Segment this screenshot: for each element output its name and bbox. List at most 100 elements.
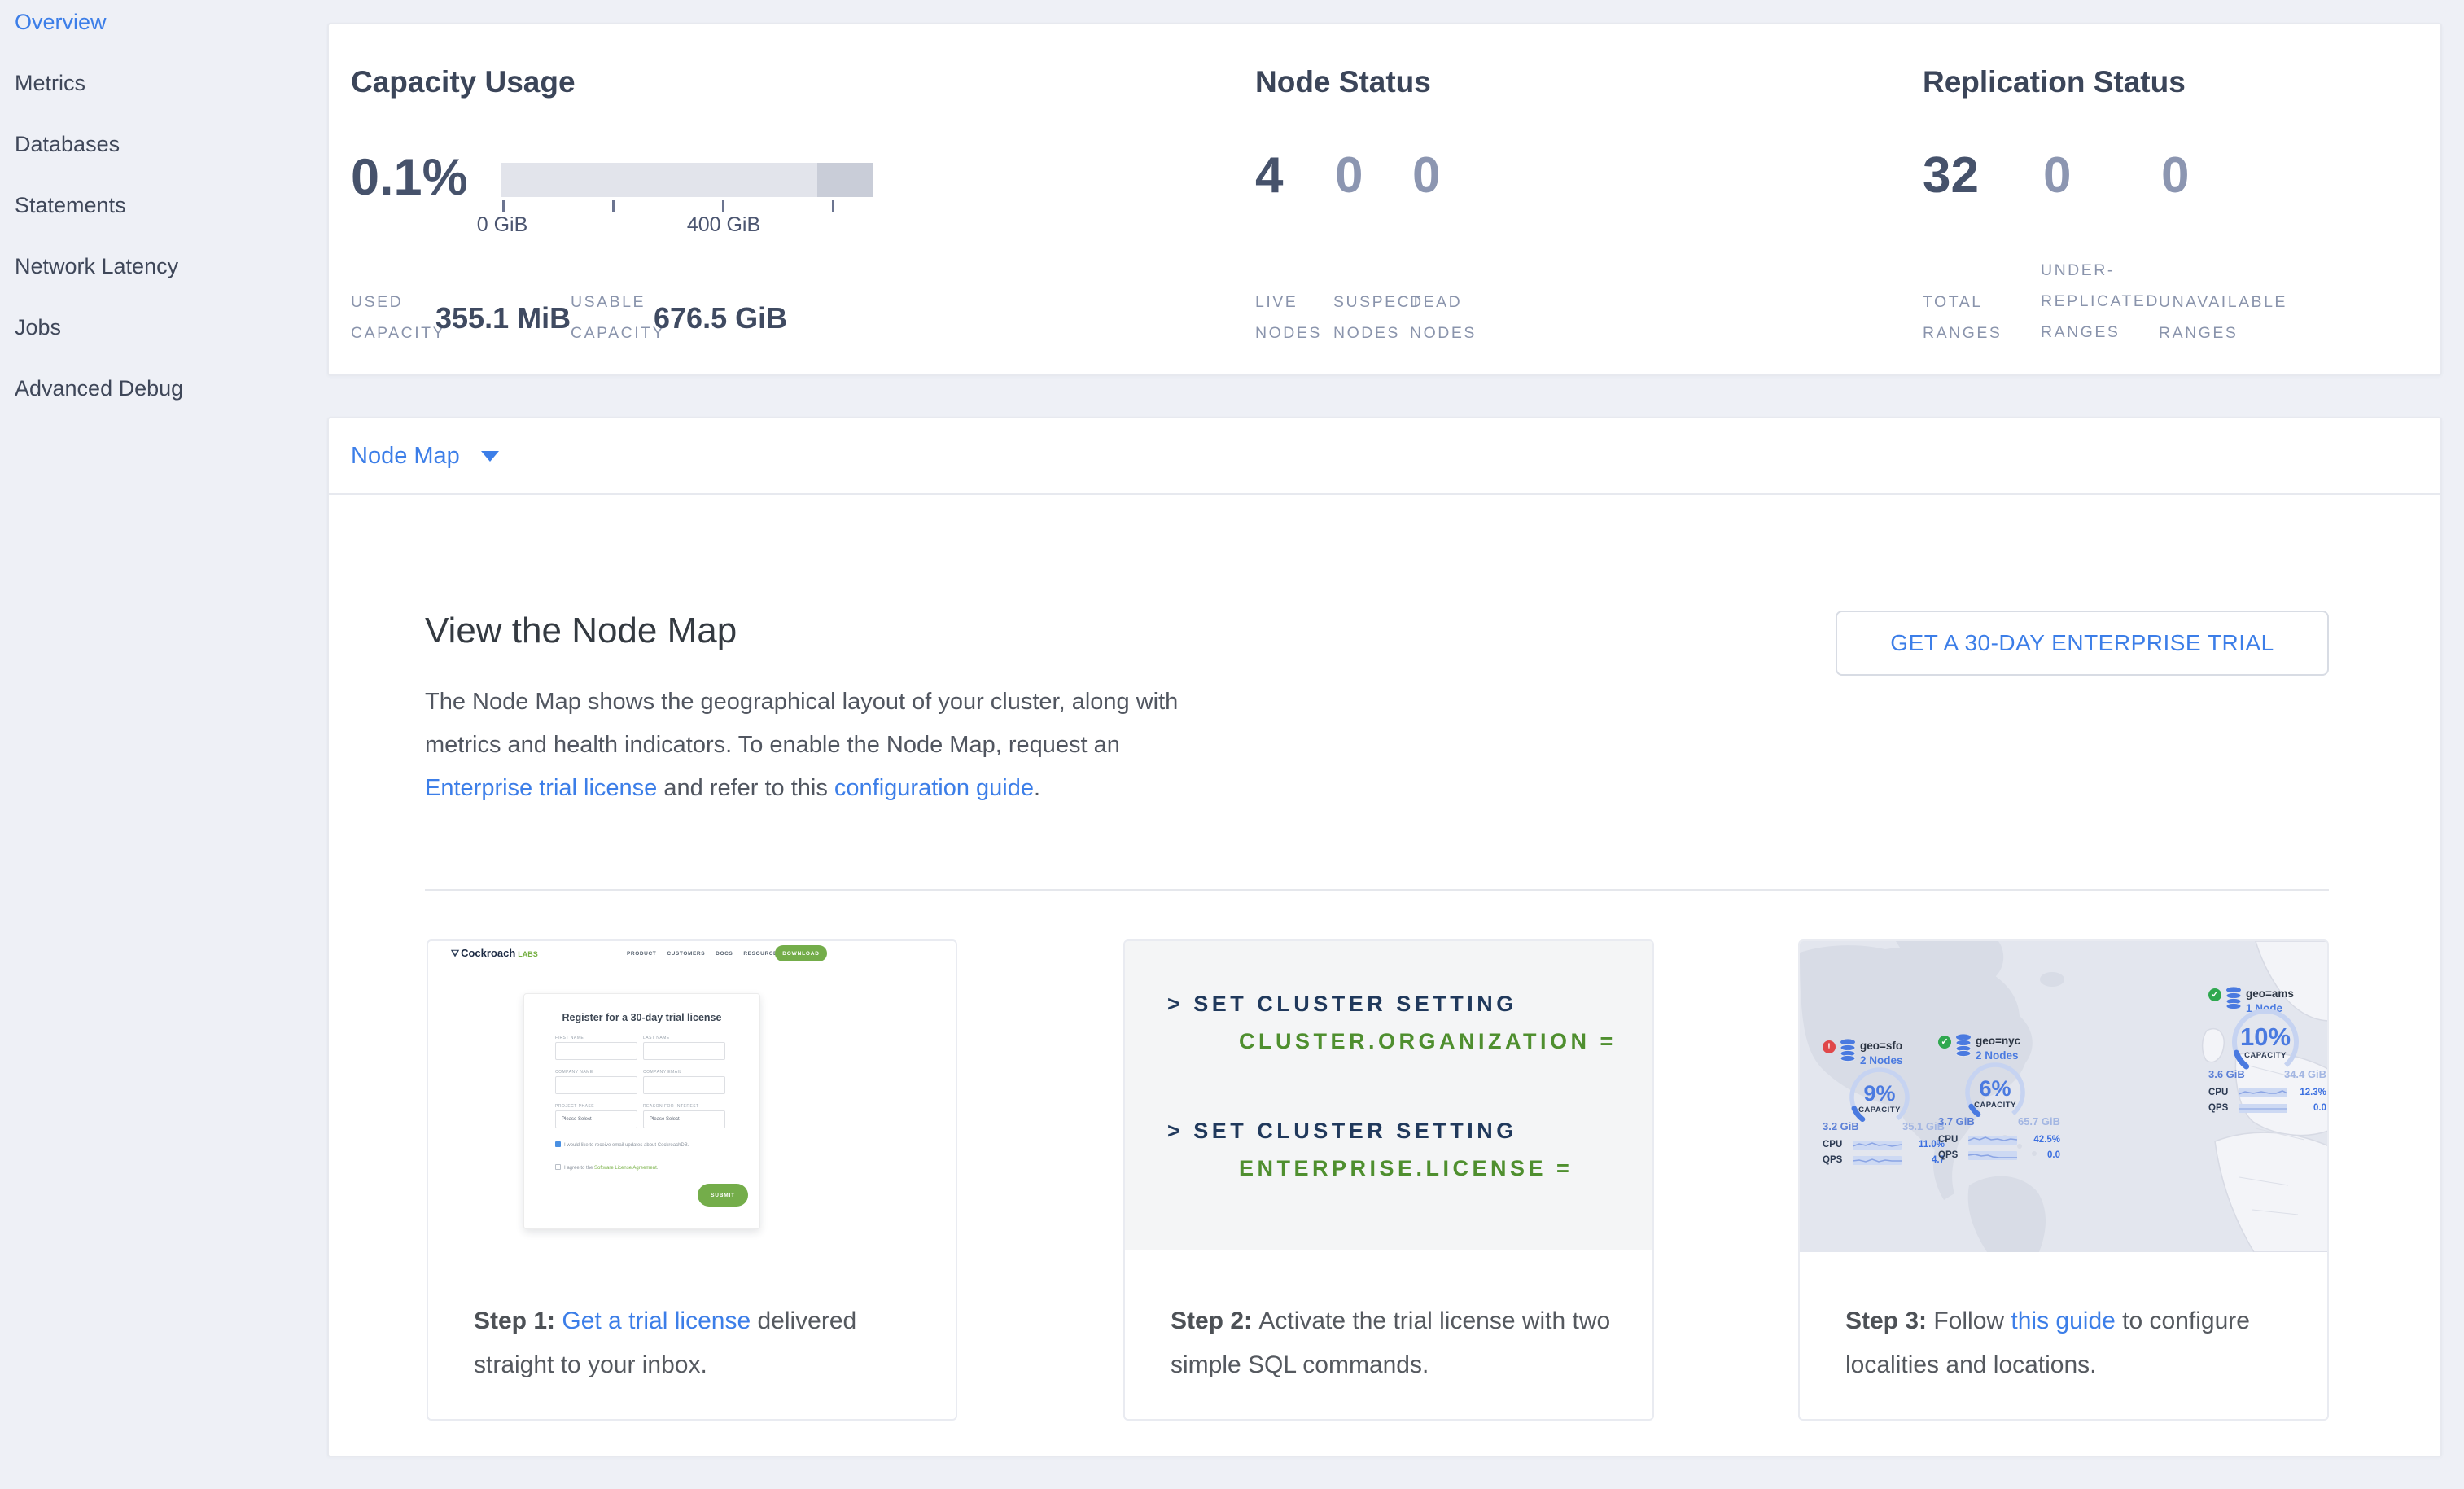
svg-text:CAPACITY: CAPACITY	[1974, 1101, 2016, 1110]
cpu-row: CPU 11.0%	[1823, 1140, 1945, 1150]
step-3-label: Step 3:	[1845, 1307, 1933, 1334]
nav-product: PRODUCT	[627, 951, 656, 957]
description-text: and refer to this	[657, 775, 834, 801]
step-1-label: Step 1:	[474, 1307, 562, 1334]
sql-commands-block: > SET CLUSTER SETTING CLUSTER.ORGANIZATI…	[1125, 941, 1652, 1250]
get-trial-license-link[interactable]: Get a trial license	[562, 1307, 751, 1334]
qps-sparkline-icon	[1968, 1151, 2017, 1160]
usable-capacity-value: 676.5 GiB	[654, 301, 787, 335]
first-name-label: FIRST NAME	[555, 1036, 584, 1040]
cpu-sparkline-icon	[1853, 1141, 1902, 1150]
reason-interest-label: REASON FOR INTEREST	[643, 1104, 699, 1109]
svg-text:CAPACITY: CAPACITY	[2244, 1051, 2287, 1060]
qps-row: QPS 0.0	[2208, 1103, 2326, 1113]
step-1-caption: Step 1: Get a trial license delivered st…	[428, 1252, 956, 1387]
sidebar-item-overview[interactable]: Overview	[15, 2, 183, 64]
used-capacity-value: 355.1 MiB	[435, 301, 571, 335]
node-map-dropdown[interactable]: Node Map	[351, 418, 499, 493]
svg-text:10%: 10%	[2240, 1023, 2291, 1051]
step-3-card: ! geo=sfo 2 Nodes 9% CAPACITY	[1798, 939, 2329, 1421]
enterprise-trial-license-link[interactable]: Enterprise trial license	[425, 775, 657, 801]
total-gib: 34.4 GiB	[2284, 1068, 2326, 1080]
configuration-guide-link[interactable]: configuration guide	[834, 775, 1034, 801]
checkbox-checked-icon	[555, 1141, 561, 1147]
capacity-usage-bar	[501, 163, 873, 197]
agreement-text-end: .	[657, 1166, 659, 1171]
replication-status-title: Replication Status	[1923, 65, 2186, 99]
sidebar-item-statements[interactable]: Statements	[15, 186, 183, 247]
database-icon	[1840, 1039, 1856, 1062]
cockroach-labs-logo: ⛛CockroachLABS	[451, 947, 538, 960]
suspect-nodes-count: 0	[1335, 147, 1363, 204]
total-ranges-count: 32	[1923, 147, 1979, 204]
qps-row: QPS 4.7	[1823, 1155, 1945, 1165]
usable-capacity-label: USABLE CAPACITY	[571, 287, 665, 348]
locality-name: geo=nyc	[1976, 1034, 2020, 1049]
locality-name: geo=ams	[2246, 987, 2294, 1001]
sidebar-item-network-latency[interactable]: Network Latency	[15, 247, 183, 308]
capacity-bar-reserved-segment	[817, 163, 873, 197]
license-agreement-link: Software License Agreement	[594, 1166, 657, 1171]
reason-interest-select: Please Select	[643, 1110, 725, 1128]
db-console-overview-page: Overview Metrics Databases Statements Ne…	[0, 0, 2464, 1489]
description-text: .	[1034, 775, 1040, 801]
description-text: The Node Map shows the geographical layo…	[425, 689, 1178, 758]
view-node-map-heading: View the Node Map	[425, 611, 737, 651]
step-3-text: Follow	[1933, 1307, 2011, 1334]
sql-setting-organization: CLUSTER.ORGANIZATION =	[1239, 1029, 1617, 1054]
capacity-used-percent: 0.1%	[351, 148, 468, 207]
nav-docs: DOCS	[716, 951, 733, 957]
under-replicated-ranges-count: 0	[2043, 147, 2071, 204]
agreement-text: I agree to the	[564, 1166, 594, 1171]
sidebar-item-advanced-debug[interactable]: Advanced Debug	[15, 369, 183, 430]
qps-sparkline-icon	[2239, 1104, 2287, 1113]
dead-nodes-label: DEAD NODES	[1410, 287, 1477, 348]
node-alert-icon: !	[1823, 1040, 1836, 1053]
last-name-label: LAST NAME	[643, 1036, 670, 1040]
trial-registration-form: Register for a 30-day trial license FIRS…	[523, 993, 760, 1229]
qps-sparkline-icon	[1853, 1156, 1902, 1165]
svg-text:9%: 9%	[1863, 1081, 1895, 1106]
company-email-field	[643, 1076, 725, 1094]
node-marker-sfo: ! geo=sfo 2 Nodes 9% CAPACITY	[1823, 1039, 1945, 1185]
license-agreement-checkbox-row: I agree to the Software License Agreemen…	[555, 1164, 658, 1171]
capacity-usage-title: Capacity Usage	[351, 65, 576, 99]
total-ranges-label: TOTAL RANGES	[1923, 287, 2002, 348]
caret-down-icon	[481, 451, 499, 462]
node-map-panel: Node Map View the Node Map The Node Map …	[327, 417, 2442, 1457]
cluster-summary-panel: Capacity Usage 0.1% 0 GiB 400 GiB USED C…	[327, 23, 2442, 376]
form-title: Register for a 30-day trial license	[524, 1012, 759, 1023]
used-gib: 3.2 GiB	[1823, 1120, 1859, 1132]
step-1-card: ⛛CockroachLABS PRODUCT CUSTOMERS DOCS RE…	[427, 939, 957, 1421]
email-updates-text: I would like to receive email updates ab…	[564, 1143, 689, 1148]
last-name-field	[643, 1042, 725, 1060]
dead-nodes-count: 0	[1412, 147, 1440, 204]
nav-customers: CUSTOMERS	[667, 951, 705, 957]
node-marker-nyc: ✓ geo=nyc 2 Nodes 6% CAPACITY	[1938, 1034, 2060, 1180]
under-replicated-ranges-label: UNDER- REPLICATED RANGES	[2041, 255, 2160, 348]
unavailable-ranges-label: UNAVAILABLE RANGES	[2159, 287, 2287, 348]
get-enterprise-trial-button[interactable]: GET A 30-DAY ENTERPRISE TRIAL	[1836, 611, 2329, 676]
capacity-usage-section: Capacity Usage 0.1% 0 GiB 400 GiB USED C…	[351, 24, 1230, 374]
sidebar-item-jobs[interactable]: Jobs	[15, 308, 183, 369]
this-guide-link[interactable]: this guide	[2011, 1307, 2115, 1334]
cpu-sparkline-icon	[1968, 1136, 2017, 1145]
node-healthy-icon: ✓	[1938, 1036, 1951, 1049]
project-phase-label: PROJECT PHASE	[555, 1104, 594, 1109]
sidebar-item-metrics[interactable]: Metrics	[15, 64, 183, 125]
database-icon	[1955, 1034, 1972, 1057]
cpu-row: CPU 12.3%	[2208, 1088, 2326, 1097]
cockroach-bug-icon: ⛛	[451, 948, 459, 959]
section-divider	[425, 889, 2329, 891]
sidebar-item-databases[interactable]: Databases	[15, 125, 183, 186]
locality-name: geo=sfo	[1860, 1039, 1903, 1053]
logo-suffix: LABS	[518, 950, 538, 958]
cpu-sparkline-icon	[2239, 1088, 2287, 1097]
node-healthy-icon: ✓	[2208, 988, 2221, 1001]
sql-setting-license: ENTERPRISE.LICENSE =	[1239, 1156, 1573, 1181]
replication-status-section: Replication Status 32 0 0 TOTAL RANGES U…	[1923, 24, 2427, 374]
used-gib: 3.6 GiB	[2208, 1068, 2245, 1080]
node-map-dropdown-bar: Node Map	[329, 418, 2440, 495]
capacity-axis-label-0: 0 GiB	[477, 213, 528, 237]
checkbox-empty-icon	[555, 1164, 561, 1170]
